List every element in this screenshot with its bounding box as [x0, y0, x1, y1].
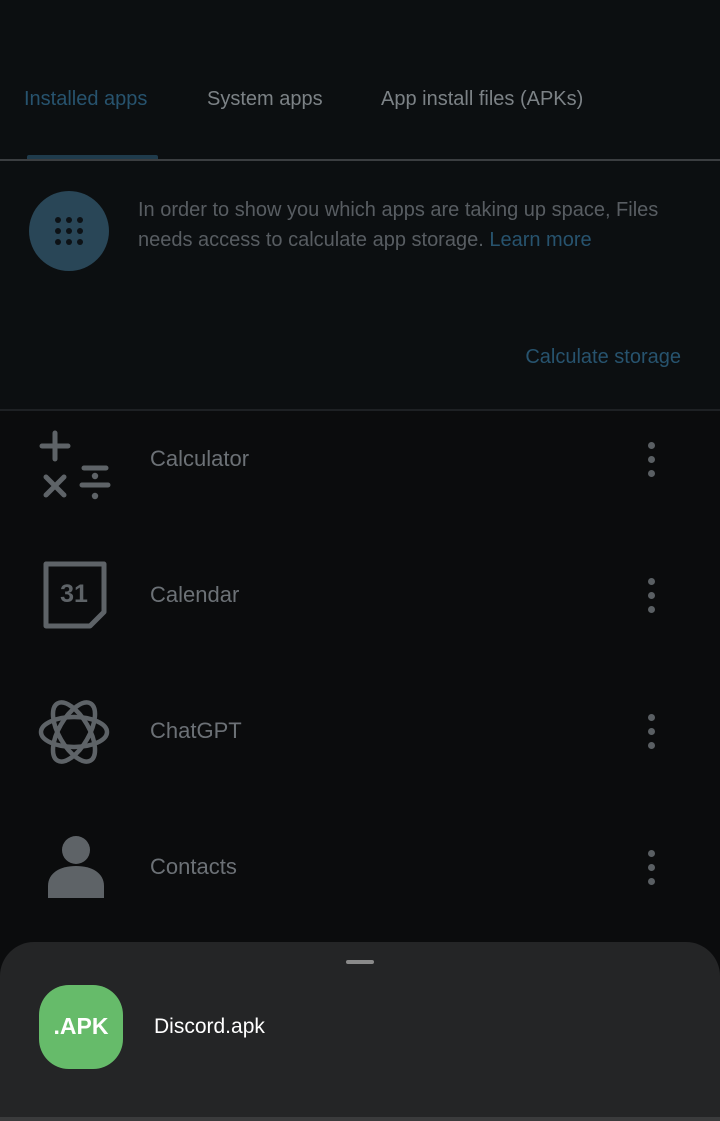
bottom-sheet[interactable]: .APK Discord.apk	[0, 942, 720, 1121]
calculator-icon	[34, 420, 114, 500]
calculate-storage-button[interactable]: Calculate storage	[525, 346, 681, 369]
calendar-icon: 31	[34, 556, 114, 636]
calendar-icon-number: 31	[60, 580, 88, 608]
learn-more-link[interactable]: Learn more	[489, 229, 591, 251]
tab-apk-files[interactable]: App install files (APKs)	[381, 88, 583, 111]
contacts-icon	[34, 828, 114, 908]
apk-icon-label: .APK	[53, 1013, 109, 1039]
app-name: Calendar	[150, 582, 240, 607]
app-row-chatgpt[interactable]: ChatGPT	[0, 664, 720, 800]
more-options-icon[interactable]	[636, 432, 668, 488]
storage-permission-message: In order to show you which apps are taki…	[138, 195, 688, 255]
tab-divider	[0, 159, 720, 161]
drag-handle[interactable]	[346, 960, 374, 964]
tab-system-apps[interactable]: System apps	[207, 88, 323, 111]
sheet-divider	[0, 1117, 720, 1121]
more-options-icon[interactable]	[636, 568, 668, 624]
app-row-calculator[interactable]: Calculator	[0, 392, 720, 528]
apk-file-icon: .APK	[39, 985, 123, 1069]
app-name: ChatGPT	[150, 718, 242, 743]
more-options-icon[interactable]	[636, 840, 668, 896]
chatgpt-icon	[34, 692, 114, 772]
more-options-icon[interactable]	[636, 704, 668, 760]
app-row-contacts[interactable]: Contacts	[0, 800, 720, 936]
app-grid-icon	[29, 191, 109, 271]
app-name: Calculator	[150, 446, 250, 471]
file-name: Discord.apk	[154, 1015, 265, 1038]
app-row-calendar[interactable]: 31 Calendar	[0, 528, 720, 664]
tab-installed-apps[interactable]: Installed apps	[24, 88, 147, 111]
tab-bar: Installed apps System apps App install f…	[0, 0, 720, 161]
app-name: Contacts	[150, 854, 237, 879]
